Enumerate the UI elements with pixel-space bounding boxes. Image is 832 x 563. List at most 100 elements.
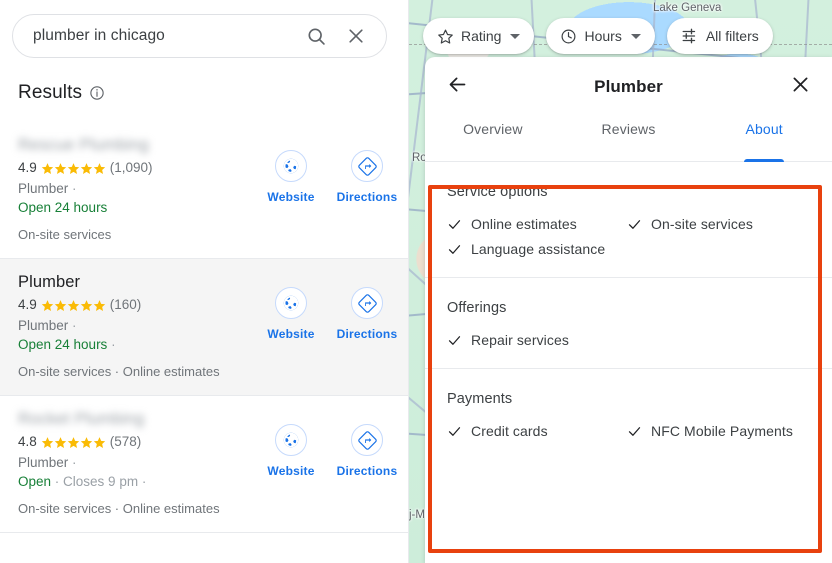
- feature-grid: Credit cards NFC Mobile Payments: [447, 423, 810, 439]
- website-label: Website: [267, 327, 315, 341]
- filter-chip-label: Hours: [584, 28, 622, 44]
- results-header: Results: [18, 82, 105, 104]
- arrow-left-icon: [447, 74, 468, 100]
- filter-chip-bar: Rating Hours All filters: [423, 18, 773, 54]
- tab-overview[interactable]: Overview: [425, 117, 561, 161]
- feature-item: NFC Mobile Payments: [627, 423, 810, 439]
- tab-reviews[interactable]: Reviews: [561, 117, 697, 161]
- rating-value: 4.9: [18, 160, 37, 175]
- filter-chip-rating[interactable]: Rating: [423, 18, 535, 54]
- close-icon: [790, 74, 811, 100]
- globe-icon: [275, 150, 307, 182]
- filter-chip-label: All filters: [705, 28, 759, 44]
- directions-button[interactable]: Directions: [336, 150, 398, 204]
- tab-label: Reviews: [601, 121, 656, 137]
- feature-label: Credit cards: [471, 423, 548, 439]
- place-detail-panel: Plumber Overview Reviews About Service o…: [425, 57, 832, 563]
- page-title: Results: [18, 82, 83, 103]
- result-actions: Website Directions: [262, 150, 398, 204]
- filter-chip-hours[interactable]: Hours: [546, 18, 655, 54]
- check-icon: [448, 426, 461, 436]
- check-icon: [628, 219, 641, 229]
- filter-chip-all-filters[interactable]: All filters: [666, 18, 773, 54]
- directions-label: Directions: [336, 464, 398, 478]
- separator: ·: [72, 318, 77, 333]
- clear-search-icon[interactable]: [336, 14, 376, 58]
- result-card[interactable]: Rocket Plumbing 4.8 (578) Plumber · Open…: [0, 396, 408, 533]
- website-button[interactable]: Website: [262, 150, 320, 204]
- rating-value: 4.8: [18, 434, 37, 449]
- filter-chip-label: Rating: [461, 28, 502, 44]
- rating-value: 4.9: [18, 297, 37, 312]
- feature-label: NFC Mobile Payments: [651, 423, 793, 439]
- website-button[interactable]: Website: [262, 287, 320, 341]
- review-count: (160): [109, 297, 142, 312]
- feature-label: On-site services: [651, 216, 753, 232]
- feature-item: On-site services: [627, 216, 810, 232]
- close-button[interactable]: [784, 71, 816, 103]
- check-icon: [448, 335, 461, 345]
- info-icon[interactable]: [89, 85, 105, 101]
- detail-panel-header: Plumber: [425, 57, 832, 117]
- search-bar[interactable]: plumber in chicago: [12, 14, 387, 58]
- website-label: Website: [267, 464, 315, 478]
- category-label: Plumber: [18, 318, 69, 333]
- check-icon: [628, 426, 641, 436]
- attributes-line: On-site services: [18, 227, 112, 242]
- star-rating-icons: [41, 162, 106, 175]
- tab-label: Overview: [463, 121, 523, 137]
- tab-about[interactable]: About: [696, 117, 832, 161]
- directions-icon: [351, 287, 383, 319]
- detail-tabs: Overview Reviews About: [425, 117, 832, 162]
- hours-status: Open 24 hours: [18, 337, 108, 352]
- feature-grid: Online estimates On-site services Langua…: [447, 216, 810, 257]
- directions-label: Directions: [336, 327, 398, 341]
- feature-label: Online estimates: [471, 216, 577, 232]
- section-service-options: Service options Online estimates On-site…: [425, 162, 832, 278]
- chevron-down-icon: [630, 33, 641, 39]
- feature-item: Online estimates: [447, 216, 627, 232]
- feature-label: Repair services: [471, 332, 569, 348]
- tab-label: About: [745, 121, 783, 137]
- website-button[interactable]: Website: [262, 424, 320, 478]
- result-actions: Website Directions: [262, 424, 398, 478]
- clock-icon: [560, 28, 577, 45]
- section-payments: Payments Credit cards NFC Mobile Payment…: [425, 369, 832, 459]
- back-button[interactable]: [441, 71, 473, 103]
- directions-icon: [351, 424, 383, 456]
- section-offerings: Offerings Repair services: [425, 278, 832, 369]
- section-title: Offerings: [447, 300, 507, 316]
- tune-icon: [681, 27, 699, 45]
- maps-app: Lake Geneva Ro j-Me Rating Hours All fil…: [0, 0, 832, 563]
- separator: ·: [72, 181, 77, 196]
- review-count: (1,090): [109, 160, 153, 175]
- feature-item: Credit cards: [447, 423, 627, 439]
- star-outline-icon: [437, 28, 454, 45]
- directions-button[interactable]: Directions: [336, 287, 398, 341]
- map-label: Lake Geneva: [653, 2, 722, 14]
- directions-button[interactable]: Directions: [336, 424, 398, 478]
- search-input[interactable]: plumber in chicago: [13, 27, 296, 45]
- search-icon[interactable]: [296, 14, 336, 58]
- check-icon: [448, 219, 461, 229]
- hours-extra: · Closes 9 pm ·: [54, 474, 147, 489]
- hours-status: Open 24 hours: [18, 200, 108, 215]
- check-icon: [448, 244, 461, 254]
- result-card[interactable]: Plumber 4.9 (160) Plumber · Open 24 hour…: [0, 259, 408, 396]
- chevron-down-icon: [510, 33, 521, 39]
- feature-item: Repair services: [447, 332, 627, 348]
- result-card[interactable]: Rescue Plumbing 4.9 (1,090) Plumber · Op…: [0, 122, 408, 259]
- attributes-line: On-site services · Online estimates: [18, 501, 220, 516]
- category-label: Plumber: [18, 455, 69, 470]
- attributes-line: On-site services · Online estimates: [18, 364, 220, 379]
- results-list: Rescue Plumbing 4.9 (1,090) Plumber · Op…: [0, 122, 408, 533]
- results-panel: plumber in chicago Results Rescue Plumbi…: [0, 0, 409, 563]
- hours-status: Open: [18, 474, 52, 489]
- section-title: Service options: [447, 184, 548, 200]
- separator: ·: [72, 455, 77, 470]
- category-label: Plumber: [18, 181, 69, 196]
- feature-item: Language assistance: [447, 241, 627, 257]
- globe-icon: [275, 424, 307, 456]
- directions-label: Directions: [336, 190, 398, 204]
- star-rating-icons: [41, 436, 106, 449]
